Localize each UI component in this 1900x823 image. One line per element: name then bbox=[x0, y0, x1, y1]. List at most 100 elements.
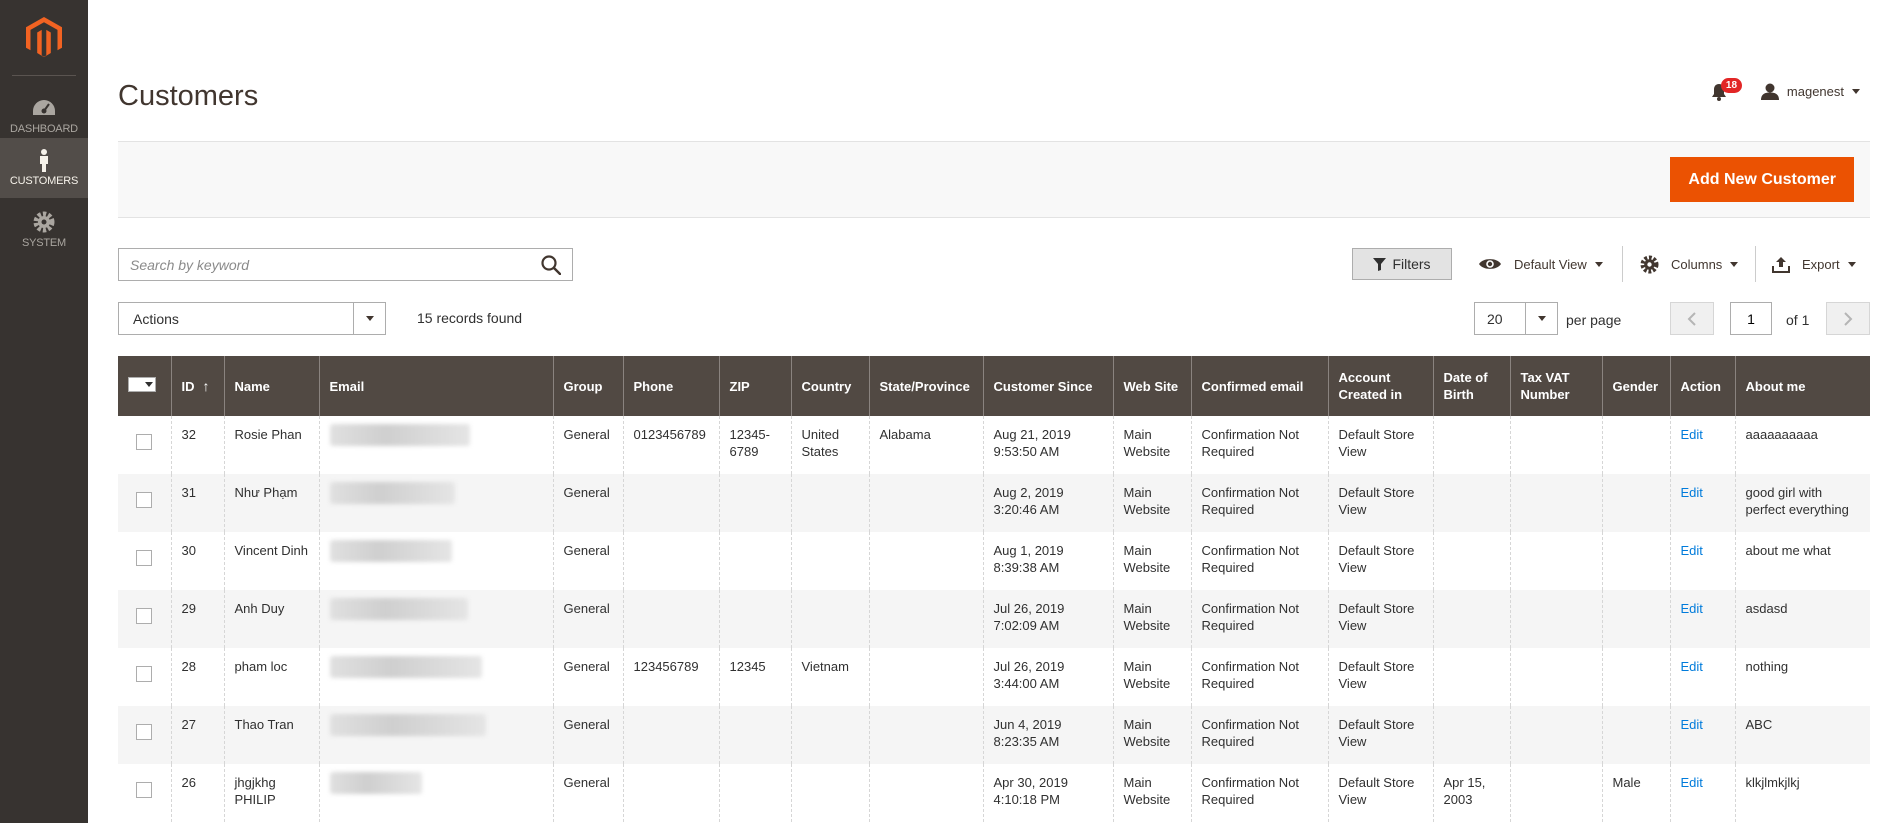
cell-select bbox=[118, 764, 171, 822]
gear-icon bbox=[1640, 255, 1659, 273]
row-checkbox[interactable] bbox=[136, 666, 152, 682]
redacted-email bbox=[329, 540, 452, 562]
redacted-email bbox=[329, 482, 455, 504]
cell-phone bbox=[622, 764, 719, 822]
admin-user-menu[interactable]: magenest bbox=[1760, 83, 1860, 100]
current-page-input[interactable] bbox=[1730, 302, 1772, 335]
cell-select bbox=[118, 706, 171, 764]
column-header-phone[interactable]: Phone bbox=[622, 356, 719, 416]
cell-name: Vincent Dinh bbox=[223, 532, 319, 590]
column-header-gender[interactable]: Gender bbox=[1601, 356, 1670, 416]
cell-country bbox=[790, 706, 869, 764]
edit-link[interactable]: Edit bbox=[1681, 659, 1703, 674]
add-new-customer-button[interactable]: Add New Customer bbox=[1670, 157, 1854, 202]
notifications-count-badge: 18 bbox=[1720, 78, 1743, 93]
column-header-zip[interactable]: ZIP bbox=[718, 356, 791, 416]
mass-actions-select[interactable]: Actions bbox=[118, 302, 386, 335]
column-header-id[interactable]: ID ↑ bbox=[170, 356, 224, 416]
cell-name: pham loc bbox=[223, 648, 319, 706]
column-header-account-created-in[interactable]: Account Created in bbox=[1327, 356, 1433, 416]
edit-link[interactable]: Edit bbox=[1681, 485, 1703, 500]
cell-about-me: aaaaaaaaaa bbox=[1734, 416, 1870, 474]
edit-link[interactable]: Edit bbox=[1681, 717, 1703, 732]
nav-item-system[interactable]: SYSTEM bbox=[0, 200, 88, 260]
next-page-button[interactable] bbox=[1826, 302, 1870, 335]
cell-select bbox=[118, 590, 171, 648]
column-header-tax-vat[interactable]: Tax VAT Number bbox=[1509, 356, 1602, 416]
select-all-checkbox[interactable] bbox=[128, 377, 156, 392]
cell-zip bbox=[718, 590, 791, 648]
row-checkbox[interactable] bbox=[136, 782, 152, 798]
chevron-down-icon bbox=[1847, 261, 1856, 267]
filters-button[interactable]: Filters bbox=[1352, 248, 1452, 280]
cell-tax-vat bbox=[1509, 474, 1602, 532]
nav-label-dashboard: DASHBOARD bbox=[10, 123, 78, 135]
cell-tax-vat bbox=[1509, 416, 1602, 474]
cell-account-created-in: Default Store View bbox=[1327, 416, 1433, 474]
cell-name: Như Phạm bbox=[223, 474, 319, 532]
chevron-down-icon bbox=[1730, 261, 1739, 267]
cell-state: Alabama bbox=[868, 416, 983, 474]
row-checkbox[interactable] bbox=[136, 550, 152, 566]
column-header-about-me[interactable]: About me bbox=[1734, 356, 1870, 416]
row-checkbox[interactable] bbox=[136, 492, 152, 508]
row-checkbox[interactable] bbox=[136, 434, 152, 450]
cell-state bbox=[868, 648, 983, 706]
cell-group: General bbox=[552, 764, 623, 822]
column-header-customer-since[interactable]: Customer Since bbox=[982, 356, 1113, 416]
cell-state bbox=[868, 706, 983, 764]
column-header-group[interactable]: Group bbox=[552, 356, 623, 416]
row-checkbox[interactable] bbox=[136, 724, 152, 740]
export-dropdown[interactable]: Export bbox=[1772, 248, 1856, 280]
page-title: Customers bbox=[118, 80, 259, 112]
nav-item-customers[interactable]: CUSTOMERS bbox=[0, 138, 88, 198]
cell-website: Main Website bbox=[1112, 532, 1191, 590]
nav-label-customers: CUSTOMERS bbox=[9, 175, 79, 187]
column-header-state[interactable]: State/Province bbox=[868, 356, 983, 416]
row-checkbox[interactable] bbox=[136, 608, 152, 624]
column-header-country[interactable]: Country bbox=[790, 356, 869, 416]
nav-item-dashboard[interactable]: DASHBOARD bbox=[0, 86, 88, 146]
notifications-button[interactable]: 18 bbox=[1711, 78, 1743, 102]
column-header-website[interactable]: Web Site bbox=[1112, 356, 1191, 416]
column-header-email[interactable]: Email bbox=[318, 356, 553, 416]
cell-action: Edit bbox=[1669, 648, 1735, 706]
cell-confirmed-email: Confirmation Not Required bbox=[1190, 590, 1328, 648]
cell-zip: 12345-6789 bbox=[718, 416, 791, 474]
cell-email bbox=[318, 648, 553, 706]
column-header-confirmed-email[interactable]: Confirmed email bbox=[1190, 356, 1328, 416]
export-label: Export bbox=[1802, 256, 1840, 272]
edit-link[interactable]: Edit bbox=[1681, 543, 1703, 558]
search-button[interactable] bbox=[530, 249, 572, 280]
cell-customer-since: Aug 1, 2019 8:39:38 AM bbox=[982, 532, 1113, 590]
cell-account-created-in: Default Store View bbox=[1327, 648, 1433, 706]
edit-link[interactable]: Edit bbox=[1681, 601, 1703, 616]
search-input[interactable] bbox=[119, 249, 530, 280]
column-header-date-of-birth[interactable]: Date of Birth bbox=[1432, 356, 1510, 416]
logo-divider bbox=[12, 75, 76, 76]
cell-email bbox=[318, 474, 553, 532]
cell-zip: 12345 bbox=[718, 648, 791, 706]
cell-customer-since: Aug 2, 2019 3:20:46 AM bbox=[982, 474, 1113, 532]
edit-link[interactable]: Edit bbox=[1681, 775, 1703, 790]
cell-customer-since: Aug 21, 2019 9:53:50 AM bbox=[982, 416, 1113, 474]
column-header-name[interactable]: Name bbox=[223, 356, 319, 416]
header-actions: 18 magenest bbox=[1711, 78, 1860, 102]
columns-dropdown[interactable]: Columns bbox=[1640, 248, 1739, 280]
cell-state bbox=[868, 474, 983, 532]
cell-email bbox=[318, 706, 553, 764]
cell-zip bbox=[718, 706, 791, 764]
cell-country: Vietnam bbox=[790, 648, 869, 706]
default-view-dropdown[interactable]: Default View bbox=[1478, 248, 1603, 280]
previous-page-button[interactable] bbox=[1670, 302, 1714, 335]
admin-sidebar: DASHBOARD CUSTOMERS SYSTEM bbox=[0, 0, 88, 823]
redacted-email bbox=[329, 598, 468, 620]
cell-gender bbox=[1601, 532, 1670, 590]
search-icon bbox=[541, 254, 561, 275]
edit-link[interactable]: Edit bbox=[1681, 427, 1703, 442]
per-page-select[interactable]: 20 bbox=[1474, 302, 1558, 335]
customers-icon bbox=[40, 149, 48, 172]
magento-logo-icon[interactable] bbox=[26, 17, 62, 58]
redacted-email bbox=[329, 424, 470, 446]
nav-label-system: SYSTEM bbox=[21, 237, 67, 249]
